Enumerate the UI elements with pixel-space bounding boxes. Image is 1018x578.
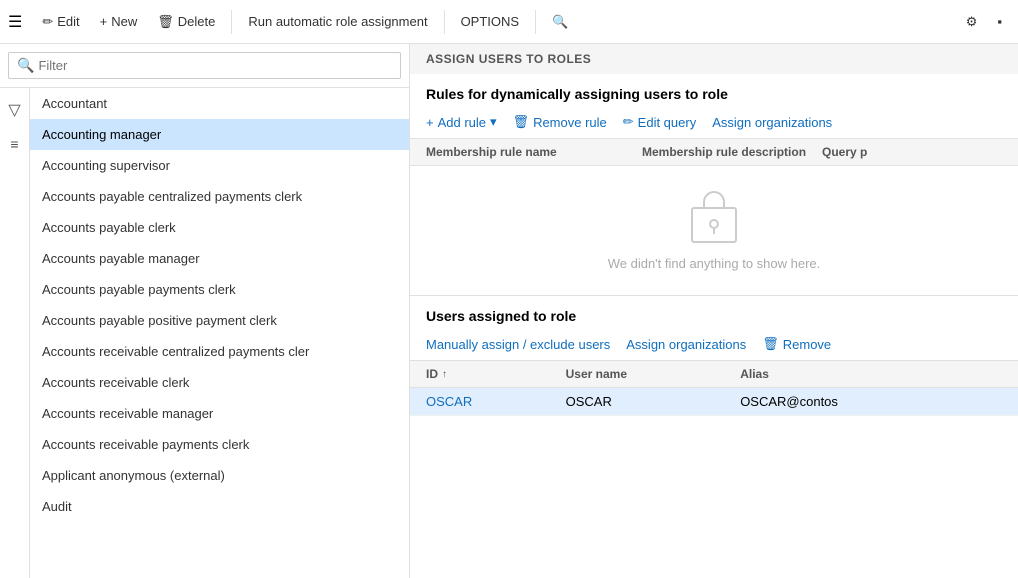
- search-icon: 🔍: [552, 14, 568, 30]
- rules-table-header: Membership rule name Membership rule des…: [410, 139, 1018, 166]
- dropdown-icon: ▾: [490, 114, 497, 130]
- rules-table-empty: We didn't find anything to show here.: [410, 166, 1018, 295]
- toolbar-separator: [231, 10, 232, 34]
- gear-button[interactable]: ⚙: [958, 10, 986, 34]
- sidebar: 🔍 ▽ ≡ AccountantAccounting managerAccoun…: [0, 44, 410, 578]
- list-item[interactable]: Audit: [30, 491, 409, 522]
- add-rule-button[interactable]: + Add rule ▾: [426, 114, 497, 130]
- filter-icon: 🔍: [17, 57, 34, 74]
- app-icon-button[interactable]: ▪: [989, 10, 1010, 33]
- gear-icon: ⚙: [966, 14, 978, 30]
- delete-button[interactable]: 🗑 Delete: [149, 10, 223, 34]
- rules-table: Membership rule name Membership rule des…: [410, 139, 1018, 295]
- trash-icon: 🗑: [513, 114, 530, 130]
- toolbar: ☰ ✏ Edit + New 🗑 Delete Run automatic ro…: [0, 0, 1018, 44]
- edit-button[interactable]: ✏ Edit: [34, 10, 87, 34]
- list-icon[interactable]: ≡: [6, 132, 22, 156]
- rules-section: ASSIGN USERS TO ROLES Rules for dynamica…: [410, 44, 1018, 296]
- remove-rule-button[interactable]: 🗑 Remove rule: [513, 114, 607, 130]
- list-item[interactable]: Applicant anonymous (external): [30, 460, 409, 491]
- plus-icon: +: [100, 14, 108, 29]
- assign-orgs-users-button[interactable]: Assign organizations: [626, 337, 746, 352]
- users-section: Users assigned to role Manually assign /…: [410, 296, 1018, 578]
- toolbar-separator-2: [444, 10, 445, 34]
- cell-username: OSCAR: [566, 394, 741, 409]
- content-area: ASSIGN USERS TO ROLES Rules for dynamica…: [410, 44, 1018, 578]
- sidebar-icon-bar: ▽ ≡: [0, 88, 30, 578]
- list-item[interactable]: Accounts payable centralized payments cl…: [30, 181, 409, 212]
- list-item[interactable]: Accounts receivable centralized payments…: [30, 336, 409, 367]
- col-query: Query p: [822, 145, 1002, 159]
- app-icon: ▪: [997, 14, 1002, 29]
- list-item[interactable]: Accounts payable clerk: [30, 212, 409, 243]
- rules-action-bar: + Add rule ▾ 🗑 Remove rule ✏ Edit query …: [410, 110, 1018, 139]
- new-button[interactable]: + New: [92, 10, 146, 33]
- role-list: AccountantAccounting managerAccounting s…: [30, 88, 409, 578]
- delete-icon: 🗑: [157, 14, 174, 30]
- list-item[interactable]: Accounts receivable manager: [30, 398, 409, 429]
- col-id: ID ↑: [426, 367, 566, 381]
- list-item[interactable]: Accounts receivable payments clerk: [30, 429, 409, 460]
- users-action-bar: Manually assign / exclude users Assign o…: [410, 332, 1018, 361]
- list-item[interactable]: Accounts payable payments clerk: [30, 274, 409, 305]
- list-item[interactable]: Accounting supervisor: [30, 150, 409, 181]
- filter-box: 🔍: [8, 52, 401, 79]
- filter-funnel-icon[interactable]: ▽: [4, 96, 24, 124]
- edit-icon: ✏: [42, 14, 53, 30]
- sidebar-content: ▽ ≡ AccountantAccounting managerAccounti…: [0, 88, 409, 578]
- col-membership-desc: Membership rule description: [642, 145, 822, 159]
- col-alias: Alias: [740, 367, 1002, 381]
- toolbar-separator-3: [535, 10, 536, 34]
- sidebar-toolbar: 🔍: [0, 44, 409, 88]
- trash-icon-users: 🗑: [762, 336, 779, 352]
- empty-state-icon: [686, 190, 742, 246]
- main-area: 🔍 ▽ ≡ AccountantAccounting managerAccoun…: [0, 44, 1018, 578]
- list-item[interactable]: Accountant: [30, 88, 409, 119]
- section-header: ASSIGN USERS TO ROLES: [410, 44, 1018, 74]
- users-table-header: ID ↑ User name Alias: [410, 361, 1018, 388]
- run-assignment-button[interactable]: Run automatic role assignment: [240, 10, 435, 33]
- cell-alias: OSCAR@contos: [740, 394, 1002, 409]
- remove-user-button[interactable]: 🗑 Remove: [762, 336, 831, 352]
- pencil-icon: ✏: [623, 114, 634, 130]
- users-title: Users assigned to role: [410, 296, 1018, 332]
- sort-arrow-id[interactable]: ↑: [442, 369, 447, 380]
- list-item[interactable]: Accounts receivable clerk: [30, 367, 409, 398]
- list-item[interactable]: Accounts payable manager: [30, 243, 409, 274]
- assign-orgs-rules-button[interactable]: Assign organizations: [712, 115, 832, 130]
- search-button[interactable]: 🔍: [544, 10, 576, 34]
- col-username: User name: [566, 367, 741, 381]
- list-item[interactable]: Accounts payable positive payment clerk: [30, 305, 409, 336]
- table-row[interactable]: OSCAROSCAROSCAR@contos: [410, 388, 1018, 416]
- list-item[interactable]: Accounting manager: [30, 119, 409, 150]
- edit-query-button[interactable]: ✏ Edit query: [623, 114, 696, 130]
- plus-icon: +: [426, 115, 434, 130]
- hamburger-menu-icon[interactable]: ☰: [8, 12, 22, 32]
- col-membership-name: Membership rule name: [426, 145, 642, 159]
- cell-id: OSCAR: [426, 394, 566, 409]
- filter-input[interactable]: [38, 58, 392, 73]
- users-table-rows: OSCAROSCAROSCAR@contos: [410, 388, 1018, 416]
- rules-title: Rules for dynamically assigning users to…: [410, 74, 1018, 110]
- options-button[interactable]: OPTIONS: [453, 10, 528, 33]
- manually-assign-button[interactable]: Manually assign / exclude users: [426, 337, 610, 352]
